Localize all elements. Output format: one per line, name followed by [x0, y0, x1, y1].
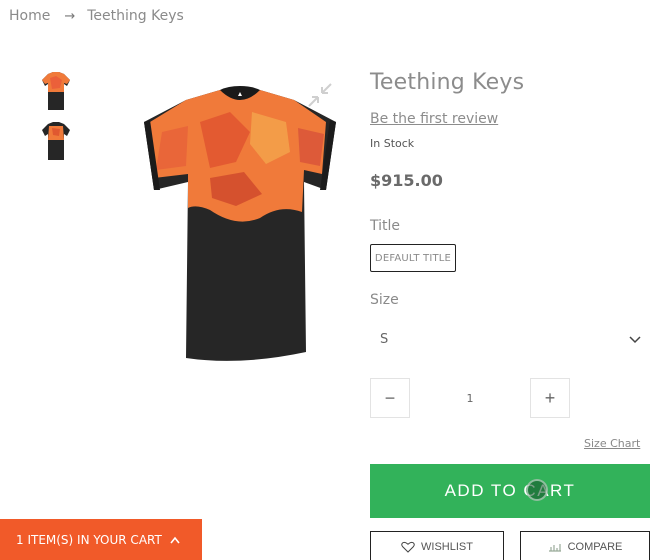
size-chart-link[interactable]: Size Chart [584, 437, 640, 450]
thumbnail-list [40, 70, 72, 170]
cart-summary-label: 1 ITEM(S) IN YOUR CART [16, 532, 162, 547]
chevron-down-icon [629, 336, 641, 344]
add-to-cart-label: ADD TO CART [444, 481, 576, 500]
quantity-input[interactable]: 1 [410, 378, 530, 418]
quantity-increase-button[interactable]: + [530, 378, 570, 418]
title-option-swatch[interactable]: DEFAULT TITLE [370, 244, 456, 272]
breadcrumb-separator: → [64, 8, 76, 24]
cursor-indicator [526, 479, 548, 501]
size-select-value: S [380, 331, 389, 347]
compare-label: COMPARE [567, 541, 623, 553]
product-price: $915.00 [370, 171, 443, 190]
size-option-label: Size [370, 292, 399, 308]
quantity-stepper: − 1 + [370, 378, 570, 418]
product-details: Teething Keys Be the first review In Sto… [370, 70, 652, 560]
quantity-decrease-button[interactable]: − [370, 378, 410, 418]
thumbnail-back[interactable] [40, 120, 72, 164]
breadcrumb-current: Teething Keys [87, 8, 184, 24]
size-select[interactable]: S [370, 324, 648, 354]
wishlist-button[interactable]: WISHLIST [370, 531, 504, 560]
product-main-image [144, 86, 336, 361]
review-link[interactable]: Be the first review [370, 111, 498, 127]
title-option-label: Title [370, 218, 401, 234]
heart-icon [401, 541, 415, 553]
breadcrumb: Home → Teething Keys [9, 6, 184, 26]
stock-status: In Stock [370, 137, 415, 150]
thumbnail-front[interactable] [40, 70, 72, 114]
compare-icon [548, 544, 561, 552]
cart-summary-bar[interactable]: 1 ITEM(S) IN YOUR CART [0, 519, 202, 560]
add-to-cart-button[interactable]: ADD TO CART [370, 464, 650, 518]
compare-button[interactable]: COMPARE [520, 531, 650, 560]
breadcrumb-home-link[interactable]: Home [9, 8, 50, 24]
product-title: Teething Keys [370, 70, 525, 95]
wishlist-label: WISHLIST [421, 541, 473, 553]
shrink-arrows-icon[interactable] [307, 82, 333, 108]
chevron-up-icon [170, 536, 180, 543]
